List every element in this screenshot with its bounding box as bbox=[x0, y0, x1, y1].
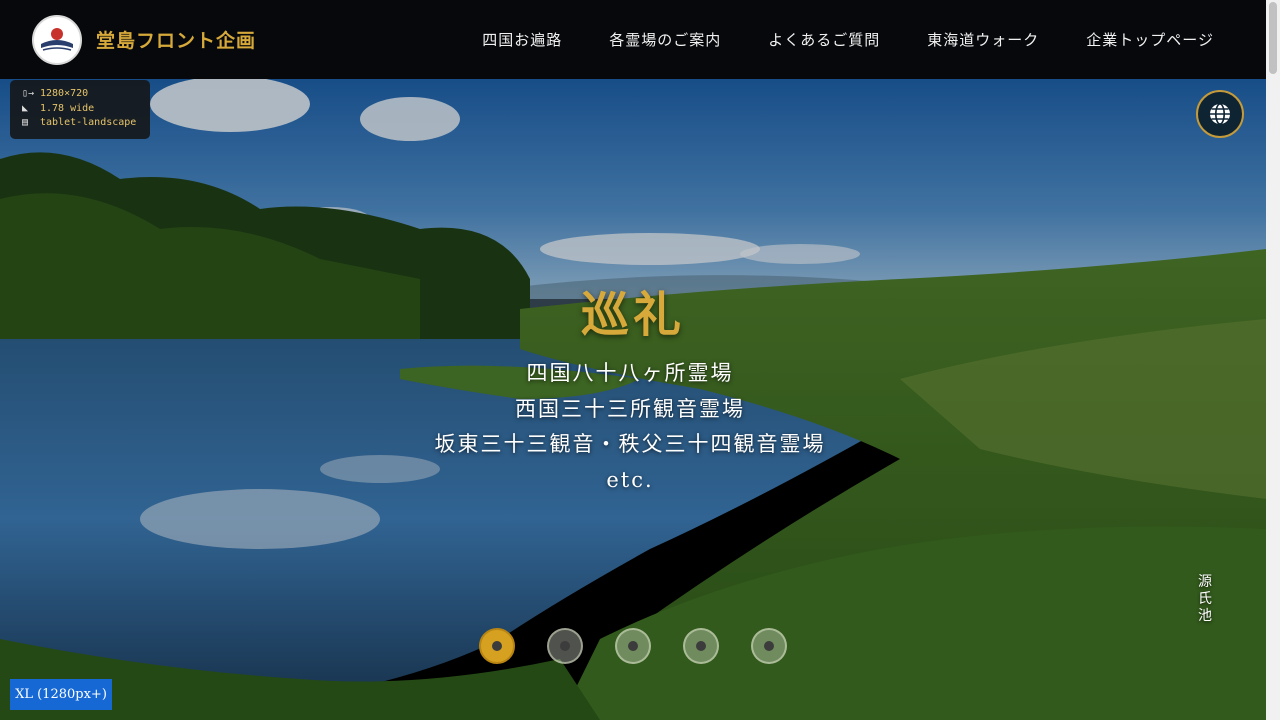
nav-item-shikoku[interactable]: 四国お遍路 bbox=[482, 29, 562, 50]
site-header: 堂島フロント企画 四国お遍路 各霊場のご案内 よくあるご質問 東海道ウォーク 企… bbox=[0, 0, 1266, 79]
logo-link[interactable]: 堂島フロント企画 bbox=[32, 14, 257, 65]
phone-arrow-icon: ▯→ bbox=[22, 88, 35, 99]
device-mode: tablet-landscape bbox=[40, 117, 137, 128]
main-nav: 四国お遍路 各霊場のご案内 よくあるご質問 東海道ウォーク 企業トップページ bbox=[435, 29, 1214, 50]
brand-name: 堂島フロント企画 bbox=[96, 30, 257, 52]
hero-subtitle-list: 四国八十八ヶ所霊場 西国三十三所観音霊場 坂東三十三観音・秩父三十四観音霊場 e… bbox=[0, 356, 1260, 498]
nav-item-corporate[interactable]: 企業トップページ bbox=[1086, 29, 1214, 50]
slider-dot-2[interactable] bbox=[547, 628, 583, 664]
logo-icon bbox=[32, 14, 82, 65]
photo-caption: 源氏池 bbox=[1198, 574, 1212, 624]
nav-item-tokaido[interactable]: 東海道ウォーク bbox=[927, 29, 1039, 50]
language-button[interactable] bbox=[1196, 90, 1244, 138]
device-info-panel: ▯→ 1280×720 ◣ 1.78 wide ▤ tablet-landscape bbox=[10, 80, 150, 139]
breakpoint-badge: XL (1280px+) bbox=[10, 679, 112, 710]
slider-dot-3[interactable] bbox=[615, 628, 651, 664]
nav-item-temples[interactable]: 各霊場のご案内 bbox=[609, 29, 721, 50]
hero-line-saigoku: 西国三十三所観音霊場 bbox=[515, 396, 745, 421]
slider-dot-5[interactable] bbox=[751, 628, 787, 664]
slider-dot-1[interactable] bbox=[479, 628, 515, 664]
hero-slider: 巡礼 四国八十八ヶ所霊場 西国三十三所観音霊場 坂東三十三観音・秩父三十四観音霊… bbox=[0, 79, 1266, 720]
clipboard-icon: ▤ bbox=[22, 117, 29, 128]
hero-line-etc: etc. bbox=[606, 467, 654, 492]
scrollbar-thumb[interactable] bbox=[1269, 2, 1277, 74]
page-scrollbar[interactable] bbox=[1266, 0, 1280, 720]
hero-line-shikoku: 四国八十八ヶ所霊場 bbox=[526, 361, 734, 385]
nav-item-faq[interactable]: よくあるご質問 bbox=[768, 29, 880, 50]
device-ratio: 1.78 wide bbox=[40, 102, 95, 114]
globe-icon bbox=[1210, 103, 1230, 125]
device-resolution: 1280×720 bbox=[40, 88, 89, 99]
hero-line-bando-chichibu: 坂東三十三観音・秩父三十四観音霊場 bbox=[434, 432, 826, 456]
slider-dot-4[interactable] bbox=[683, 628, 719, 664]
hero-title: 巡礼 bbox=[580, 287, 685, 343]
ruler-triangle-icon: ◣ bbox=[22, 102, 29, 114]
slider-pagination bbox=[479, 628, 819, 664]
